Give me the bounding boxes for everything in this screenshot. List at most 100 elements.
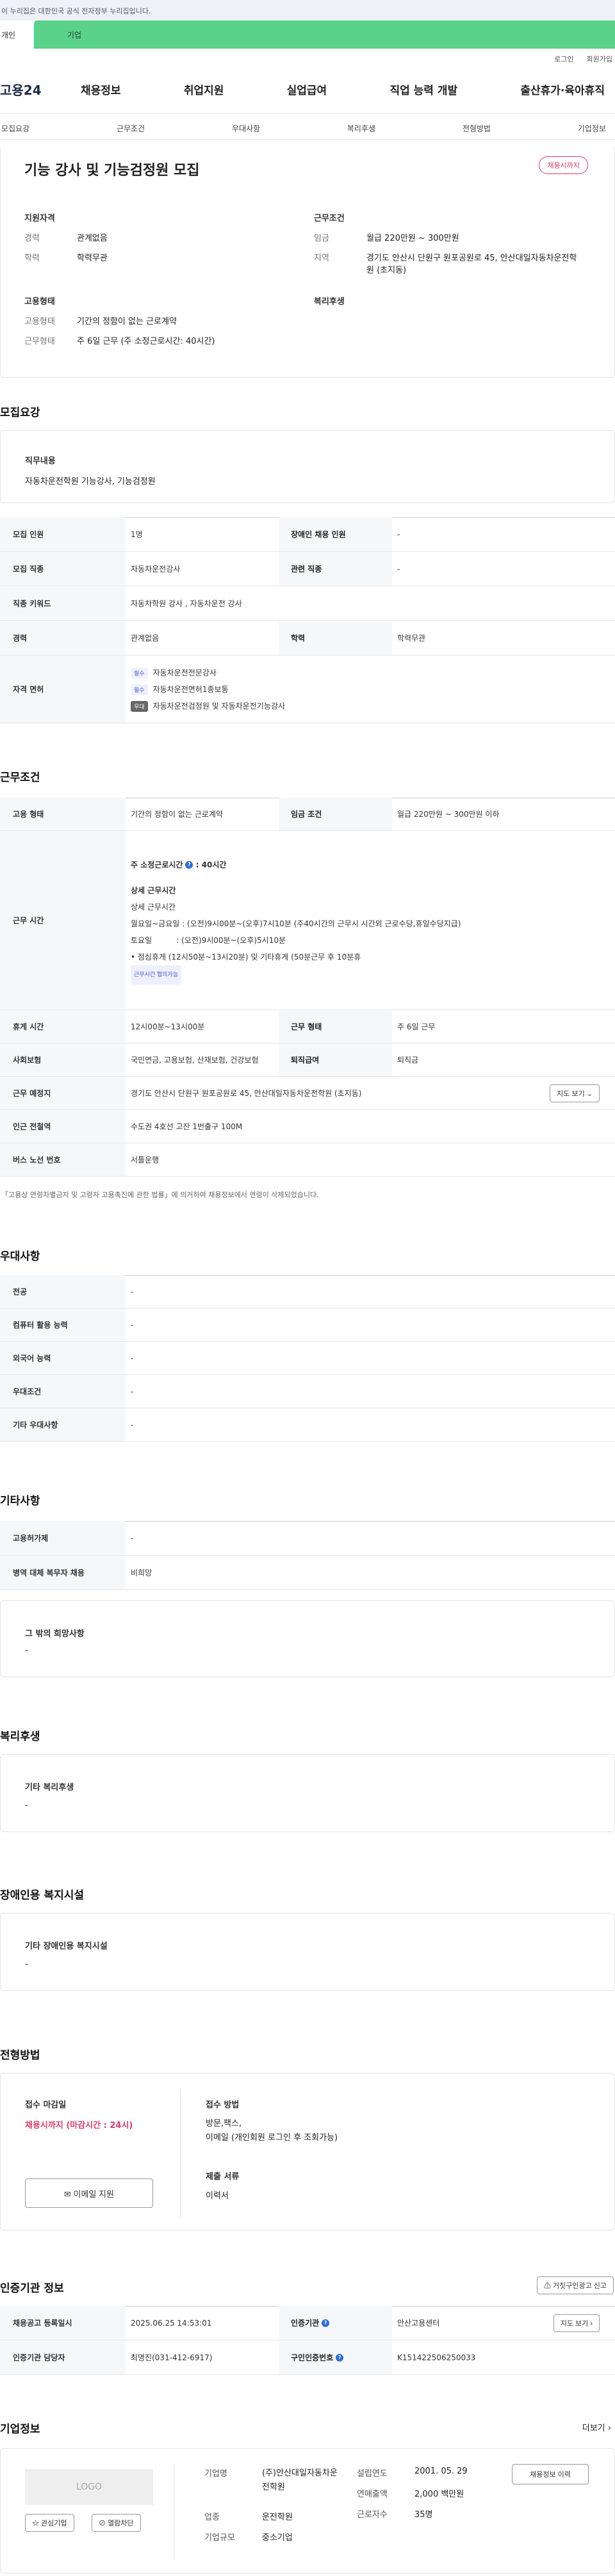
place-key: 근무 예정지 bbox=[0, 1077, 126, 1109]
signup-link[interactable]: 회원가입 bbox=[587, 54, 612, 65]
worktime-value: 주 6일 근무 (주 소정근로시간: 40시간) bbox=[77, 337, 215, 346]
loc-value: 경기도 안산시 단원구 원포공원로 45, 안산대일자동차운전학원 (초지동) bbox=[366, 254, 577, 275]
section-cert: 인증기관 정보 bbox=[0, 2282, 64, 2295]
lic-1: 자동차운전전문강사 bbox=[152, 668, 217, 677]
row-subway: 인근 전철역 수도권 4호선 고잔 1번출구 100M bbox=[0, 1110, 615, 1143]
row-etc-1: 고용허가제 - bbox=[0, 1521, 615, 1556]
redu-value: 학력무관 bbox=[397, 634, 426, 643]
deadline-value: 채용시까지 (마감시간 : 24시) bbox=[25, 2121, 133, 2130]
snb-process[interactable]: 전형방법 bbox=[463, 123, 491, 139]
mail-icon: ✉ bbox=[64, 2189, 71, 2199]
help-icon[interactable]: ? bbox=[322, 2319, 330, 2327]
detail-line-2: 토요일 : (오전)9시00분~(오후)5시10분 bbox=[131, 935, 286, 945]
cwage-value: 월급 220만원 ~ 300만원 이하 bbox=[397, 810, 500, 819]
ins-key: 사회보험 bbox=[0, 1043, 126, 1076]
emp-value: 35명 bbox=[414, 2510, 433, 2520]
gnb-benefit[interactable]: 실업급여 bbox=[287, 81, 327, 97]
gnb-support[interactable]: 취업지원 bbox=[184, 81, 224, 97]
duty-label: 직무내용 bbox=[25, 456, 56, 466]
report-icon: ⚠ bbox=[543, 2282, 551, 2290]
section-welfare: 복리후생 bbox=[0, 1730, 40, 1743]
row-etc-2: 병역 대체 복무자 채용 비희망 bbox=[0, 1556, 615, 1590]
year-value: 2001. 05. 29 bbox=[414, 2467, 468, 2476]
reg-key: 채용공고 등록일시 bbox=[0, 2306, 126, 2340]
detail-line-3: • 점심휴게 (12시50분~13시20분) 및 기타휴게 (50분근무 후 1… bbox=[131, 952, 361, 962]
snb-cond[interactable]: 근무조건 bbox=[117, 123, 145, 139]
section-disab: 장애인용 복지시설 bbox=[0, 1889, 85, 1902]
org-key: 인증기관 bbox=[291, 2319, 320, 2328]
favorite-button[interactable]: ☆ 관심기업 bbox=[25, 2514, 74, 2532]
report-button[interactable]: ⚠ 거짓구인광고 신고 bbox=[536, 2276, 614, 2294]
map-button[interactable]: 지도 보기 ⌄ bbox=[550, 1084, 600, 1102]
tab-personal[interactable]: 개인 bbox=[0, 20, 33, 49]
org-map-button[interactable]: 지도 보기 › bbox=[553, 2314, 600, 2332]
site-logo[interactable]: 고용24 bbox=[0, 80, 81, 99]
status-badge: 채용시까지 bbox=[539, 156, 588, 174]
rev-value: 2,000 백만원 bbox=[414, 2490, 464, 2499]
method-line-1: 방문,팩스, bbox=[206, 2119, 242, 2129]
edu-value: 학력무관 bbox=[77, 254, 108, 263]
gnb-jobs[interactable]: 채용정보 bbox=[81, 81, 121, 97]
method-value: 방문,팩스, 이메일 (개인회원 로그인 후 조회가능) bbox=[206, 2117, 338, 2145]
gov-banner: 이 누리집은 대한민국 공식 전자정부 누리집입니다. bbox=[0, 0, 615, 20]
etc-box-label: 그 밖의 희망사항 bbox=[25, 1629, 85, 1639]
mgr-value: 최명진(031-412-6917) bbox=[131, 2353, 213, 2362]
hours-label: 주 소정근로시간 bbox=[131, 860, 183, 869]
section-company: 기업정보 bbox=[0, 2423, 40, 2436]
history-button[interactable]: 채용정보 이력 bbox=[512, 2464, 589, 2484]
row-pref-3: 외국어 능력 - bbox=[0, 1342, 615, 1375]
num-key: 구인인증번호 bbox=[291, 2353, 334, 2362]
reg-value: 2025.06.25 14:53:01 bbox=[131, 2318, 212, 2328]
loc-key: 지역 bbox=[314, 254, 329, 263]
rev-key: 연매출액 bbox=[357, 2490, 388, 2499]
help-icon[interactable]: ? bbox=[336, 2353, 344, 2362]
gnb-training[interactable]: 직업 능력 개발 bbox=[390, 81, 457, 97]
pref-key: 외국어 능력 bbox=[0, 1342, 126, 1374]
pref-key: 전공 bbox=[0, 1275, 126, 1308]
login-link[interactable]: 로그인 bbox=[554, 54, 573, 65]
help-icon[interactable]: ? bbox=[185, 861, 193, 869]
pref-value: - bbox=[131, 1420, 134, 1429]
company-more-link[interactable]: 더보기 › bbox=[582, 2421, 611, 2433]
disab-label: 기타 장애인용 복지시설 bbox=[25, 1942, 108, 1951]
pref-key: 컴퓨터 활용 능력 bbox=[0, 1308, 126, 1341]
snb-welfare[interactable]: 복리후생 bbox=[347, 123, 375, 139]
snb-recruit[interactable]: 모집요강 bbox=[1, 123, 29, 139]
row-license: 자격 면허 필수 자동차운전전문강사 필수 자동차운전면허1종보통 우대 자동차운전검… bbox=[0, 656, 615, 723]
snb-company[interactable]: 기업정보 bbox=[578, 123, 606, 139]
process-card: 접수 마감일 채용시까지 (마감시간 : 24시) ✉ 이메일 지원 접수 방법… bbox=[0, 2073, 615, 2230]
star-icon: ☆ bbox=[32, 2520, 39, 2527]
row-pref-4: 우대조건 - bbox=[0, 1375, 615, 1408]
cemp-key: 고용 형태 bbox=[0, 798, 126, 830]
career-key: 경력 bbox=[24, 234, 40, 243]
row-job: 모집 직종 자동차운전강사 관련 직종 - bbox=[0, 552, 615, 586]
tab-business[interactable]: 기업 bbox=[33, 20, 615, 49]
rest-key: 휴게 시간 bbox=[0, 1010, 126, 1043]
welfare-label: 기타 복리후생 bbox=[25, 1783, 74, 1792]
cwage-key: 임금 조건 bbox=[279, 798, 392, 830]
section-pref: 우대사항 bbox=[0, 1250, 40, 1263]
chevron-right-icon: › bbox=[607, 2424, 611, 2433]
job-value: 자동차운전강사 bbox=[131, 565, 181, 574]
top-tabs: 개인 기업 bbox=[0, 20, 615, 49]
cemp-value: 기간의 정함이 없는 근로계약 bbox=[131, 810, 223, 819]
gnb-leave[interactable]: 출산휴가·육아휴직 bbox=[520, 81, 605, 97]
mgr-key: 인증기관 담당자 bbox=[0, 2340, 126, 2374]
pref-key: 기타 우대사항 bbox=[0, 1408, 126, 1441]
ins-value: 국민연금, 고용보험, 산재보험, 건강보험 bbox=[131, 1056, 259, 1065]
disab-value: - bbox=[25, 1960, 28, 1969]
detail-sub: 상세 근무시간 bbox=[131, 902, 176, 912]
email-apply-button[interactable]: ✉ 이메일 지원 bbox=[25, 2178, 153, 2208]
etc-key: 고용허가제 bbox=[0, 1521, 126, 1555]
row-place: 근무 예정지 경기도 안산시 단원구 원포공원로 45, 안산대일자동차운전학원… bbox=[0, 1077, 615, 1110]
count-key: 모집 인원 bbox=[0, 517, 126, 551]
kw-value: 자동차학원 강사 , 자동차운전 강사 bbox=[131, 599, 242, 608]
duty-card: 직무내용 자동차운전학원 기능강사, 기능검정원 bbox=[0, 430, 615, 503]
block-button[interactable]: ⊘ 열람차단 bbox=[92, 2514, 141, 2532]
tag-required: 필수 bbox=[131, 684, 148, 695]
detail-heading: 상세 근무시간 bbox=[131, 885, 176, 895]
method-line-2: 이메일 (개인회원 로그인 후 조회가능) bbox=[206, 2133, 338, 2143]
chevron-down-icon: ⌄ bbox=[586, 1090, 593, 1098]
snb-pref[interactable]: 우대사항 bbox=[232, 123, 260, 139]
sev-value: 퇴직금 bbox=[397, 1056, 419, 1065]
